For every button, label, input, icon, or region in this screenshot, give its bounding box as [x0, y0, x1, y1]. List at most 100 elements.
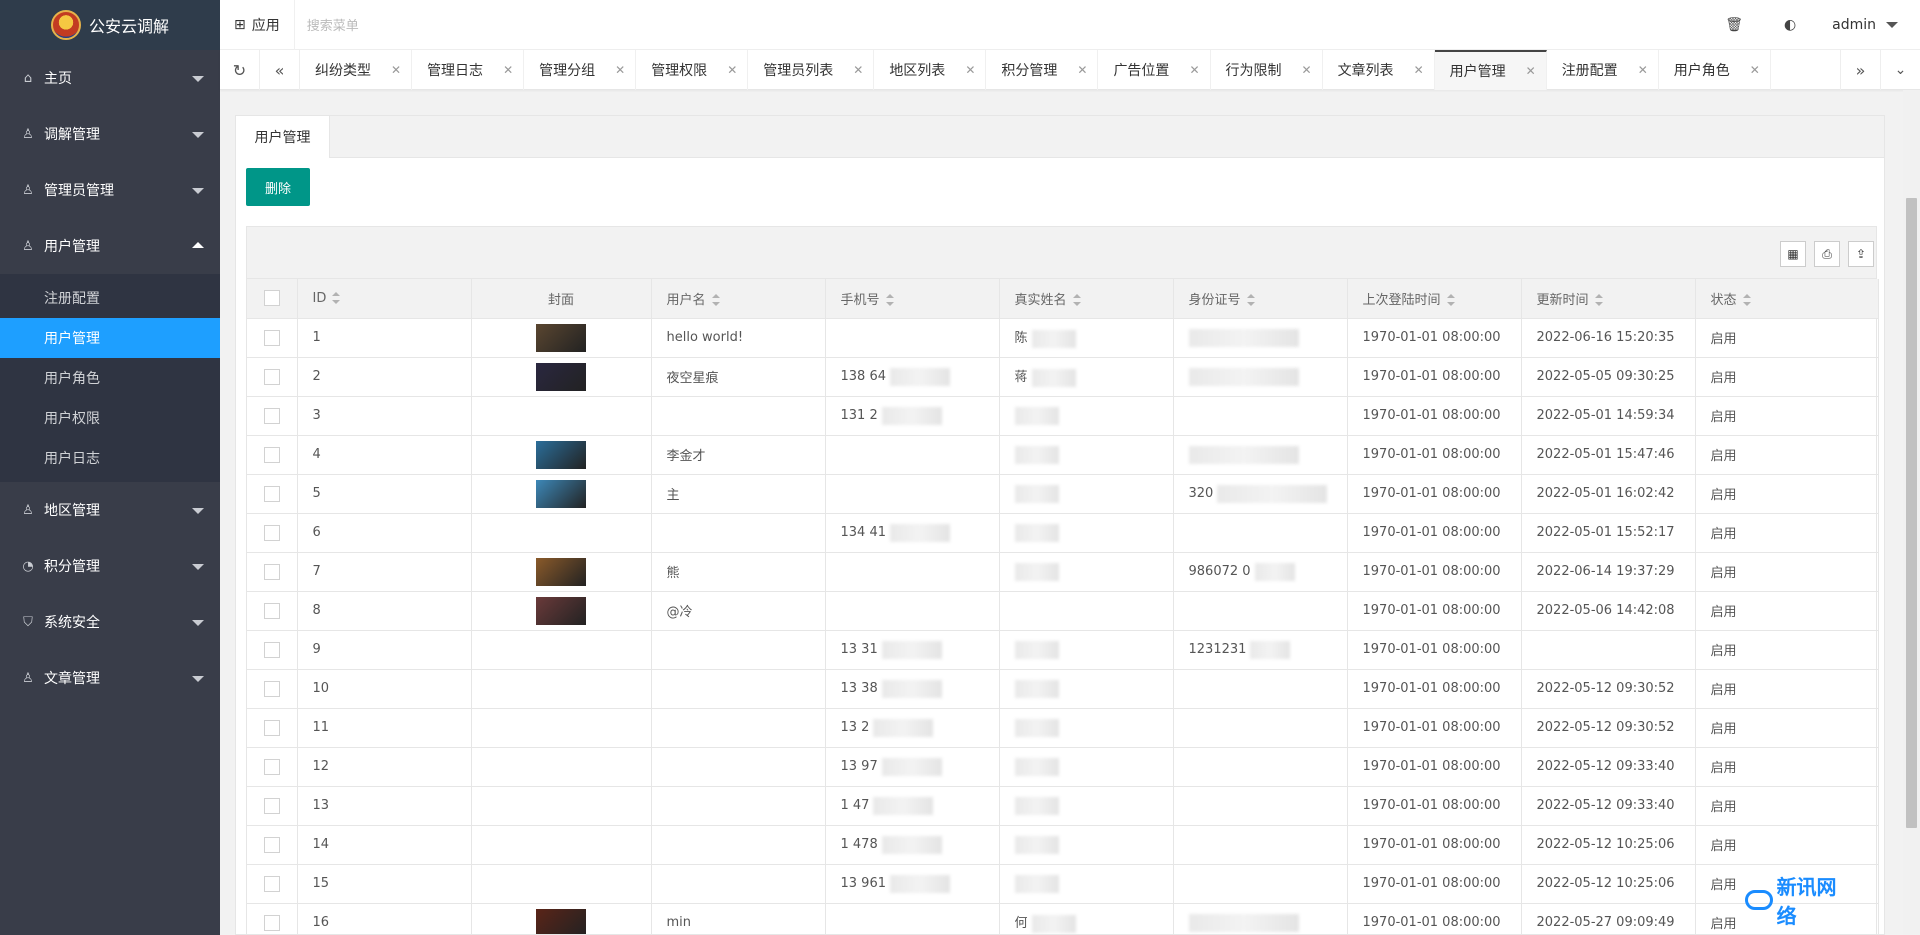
- page-tab-7[interactable]: 广告位置 ✕: [1098, 50, 1211, 90]
- close-tab-icon[interactable]: ✕: [1526, 64, 1536, 78]
- refresh-icon[interactable]: ↻: [220, 50, 260, 90]
- table-row[interactable]: 7 熊 986072 0 1970-01-01 08:00:00 2022-06-14 …: [247, 552, 1879, 592]
- column-header-3[interactable]: 手机号: [825, 279, 1000, 319]
- sidebar-item-2[interactable]: ♙ 管理员管理: [0, 162, 220, 218]
- scrollbar-thumb[interactable]: [1906, 198, 1917, 828]
- page-tab-12[interactable]: 用户角色 ✕: [1659, 50, 1771, 90]
- row-checkbox[interactable]: [263, 758, 280, 775]
- sidebar-item-1[interactable]: ♙ 调解管理: [0, 106, 220, 162]
- close-tab-icon[interactable]: ✕: [1189, 63, 1199, 77]
- table-row[interactable]: 1 hello world! 陈 1970-01-01 08:00:00 2022-06…: [247, 318, 1879, 358]
- submenu-item-3[interactable]: 用户权限: [0, 398, 220, 438]
- sort-icon[interactable]: [1446, 294, 1455, 307]
- close-tab-icon[interactable]: ✕: [727, 63, 737, 77]
- logo[interactable]: 公安云调解: [0, 0, 220, 50]
- table-row[interactable]: 5 主 320 1970-01-01 08:00:00 2022-05-01 16:02…: [247, 474, 1879, 514]
- row-checkbox[interactable]: [263, 641, 280, 658]
- row-checkbox[interactable]: [263, 719, 280, 736]
- page-tab-8[interactable]: 行为限制 ✕: [1211, 50, 1323, 90]
- page-tab-1[interactable]: 管理日志 ✕: [412, 50, 525, 90]
- column-header-4[interactable]: 真实姓名: [999, 279, 1174, 319]
- table-row[interactable]: 4 李金才 1970-01-01 08:00:00 2022-05-01 15:47:…: [247, 435, 1879, 475]
- page-tab-11[interactable]: 注册配置 ✕: [1547, 50, 1659, 90]
- theme-palette-icon[interactable]: ◐: [1762, 0, 1818, 50]
- column-header-2[interactable]: 用户名: [651, 279, 826, 319]
- submenu-item-2[interactable]: 用户角色: [0, 358, 220, 398]
- content-tab-user-management[interactable]: 用户管理: [236, 116, 330, 158]
- user-menu[interactable]: admin: [1818, 0, 1920, 50]
- sort-icon[interactable]: [711, 294, 720, 307]
- close-tab-icon[interactable]: ✕: [1750, 63, 1760, 77]
- page-tab-6[interactable]: 积分管理 ✕: [986, 50, 1099, 90]
- column-header-6[interactable]: 上次登陆时间: [1347, 279, 1522, 319]
- delete-button[interactable]: 删除: [246, 168, 310, 206]
- sidebar-item-5[interactable]: ◔ 积分管理: [0, 538, 220, 594]
- close-tab-icon[interactable]: ✕: [615, 63, 625, 77]
- sort-icon[interactable]: [885, 294, 894, 307]
- row-checkbox[interactable]: [263, 485, 280, 502]
- row-checkbox[interactable]: [263, 797, 280, 814]
- tabs-menu-chevron-icon[interactable]: ⌄: [1880, 50, 1920, 90]
- column-header-7[interactable]: 更新时间: [1521, 279, 1696, 319]
- page-tab-9[interactable]: 文章列表 ✕: [1323, 50, 1435, 90]
- cover-thumbnail[interactable]: [536, 440, 586, 469]
- table-row[interactable]: 9 13 31 1231231 1970-01-01 08:00:00 启用: [247, 630, 1879, 670]
- row-checkbox[interactable]: [263, 836, 280, 853]
- table-row[interactable]: 10 13 38 1970-01-01 08:00:00 2022-05-12 09:…: [247, 669, 1879, 709]
- cover-thumbnail[interactable]: [536, 596, 586, 625]
- row-checkbox[interactable]: [263, 407, 280, 424]
- close-tab-icon[interactable]: ✕: [1414, 63, 1424, 77]
- cover-thumbnail[interactable]: [536, 557, 586, 586]
- app-menu-button[interactable]: ⊞ 应用: [220, 0, 295, 50]
- submenu-item-4[interactable]: 用户日志: [0, 438, 220, 478]
- sort-icon[interactable]: [1742, 294, 1751, 307]
- close-tab-icon[interactable]: ✕: [503, 63, 513, 77]
- table-row[interactable]: 14 1 478 1970-01-01 08:00:00 2022-05-12 10:…: [247, 825, 1879, 865]
- sort-icon[interactable]: [332, 292, 341, 305]
- columns-filter-icon[interactable]: ▦: [1780, 241, 1806, 267]
- sidebar-item-4[interactable]: ♙ 地区管理: [0, 482, 220, 538]
- print-icon[interactable]: ⎙: [1814, 241, 1840, 267]
- sort-icon[interactable]: [1246, 294, 1255, 307]
- submenu-item-1[interactable]: 用户管理: [0, 318, 220, 358]
- page-tab-0[interactable]: 纠纷类型 ✕: [300, 50, 413, 90]
- table-row[interactable]: 11 13 2 1970-01-01 08:00:00 2022-05-12 09:3…: [247, 708, 1879, 748]
- page-tab-4[interactable]: 管理员列表 ✕: [748, 50, 875, 90]
- sidebar-item-3[interactable]: ♙ 用户管理: [0, 218, 220, 274]
- column-header-1[interactable]: 封面: [471, 279, 652, 319]
- cover-thumbnail[interactable]: [536, 362, 586, 391]
- table-row[interactable]: 13 1 47 1970-01-01 08:00:00 2022-05-12 09:3…: [247, 786, 1879, 826]
- export-icon[interactable]: ⇪: [1848, 241, 1874, 267]
- page-tab-3[interactable]: 管理权限 ✕: [636, 50, 749, 90]
- page-tab-5[interactable]: 地区列表 ✕: [874, 50, 987, 90]
- column-header-0[interactable]: ID: [297, 279, 472, 319]
- cover-thumbnail[interactable]: [536, 323, 586, 352]
- column-header-5[interactable]: 身份证号: [1173, 279, 1348, 319]
- page-tab-10[interactable]: 用户管理 ✕: [1434, 50, 1547, 90]
- table-row[interactable]: 2 夜空星痕 138 64 蒋 1970-01-01 08:00:00 2022-05-0…: [247, 357, 1879, 397]
- row-checkbox[interactable]: [263, 524, 280, 541]
- row-checkbox[interactable]: [263, 329, 280, 346]
- sort-icon[interactable]: [1594, 294, 1603, 307]
- table-row[interactable]: 15 13 961 1970-01-01 08:00:00 2022-05-12 10…: [247, 864, 1879, 904]
- row-checkbox[interactable]: [263, 368, 280, 385]
- tabs-scroll-right-icon[interactable]: »: [1840, 50, 1880, 90]
- close-tab-icon[interactable]: ✕: [391, 63, 401, 77]
- menu-search-input[interactable]: 搜索菜单: [307, 15, 359, 34]
- sort-icon[interactable]: [1072, 294, 1081, 307]
- close-tab-icon[interactable]: ✕: [1077, 63, 1087, 77]
- row-checkbox[interactable]: [263, 602, 280, 619]
- sidebar-item-0[interactable]: ⌂ 主页: [0, 50, 220, 106]
- page-tab-2[interactable]: 管理分组 ✕: [524, 50, 637, 90]
- clear-cache-icon[interactable]: 🗑: [1706, 0, 1762, 50]
- table-row[interactable]: 12 13 97 1970-01-01 08:00:00 2022-05-12 09:…: [247, 747, 1879, 787]
- row-checkbox[interactable]: [263, 680, 280, 697]
- submenu-item-0[interactable]: 注册配置: [0, 278, 220, 318]
- close-tab-icon[interactable]: ✕: [853, 63, 863, 77]
- select-all-checkbox[interactable]: [263, 290, 280, 307]
- column-header-8[interactable]: 状态: [1695, 279, 1879, 319]
- table-row[interactable]: 3 131 2 1970-01-01 08:00:00 2022-05-01 14:5…: [247, 396, 1879, 436]
- table-row[interactable]: 6 134 41 1970-01-01 08:00:00 2022-05-01 15:…: [247, 513, 1879, 553]
- close-tab-icon[interactable]: ✕: [1302, 63, 1312, 77]
- row-checkbox[interactable]: [263, 446, 280, 463]
